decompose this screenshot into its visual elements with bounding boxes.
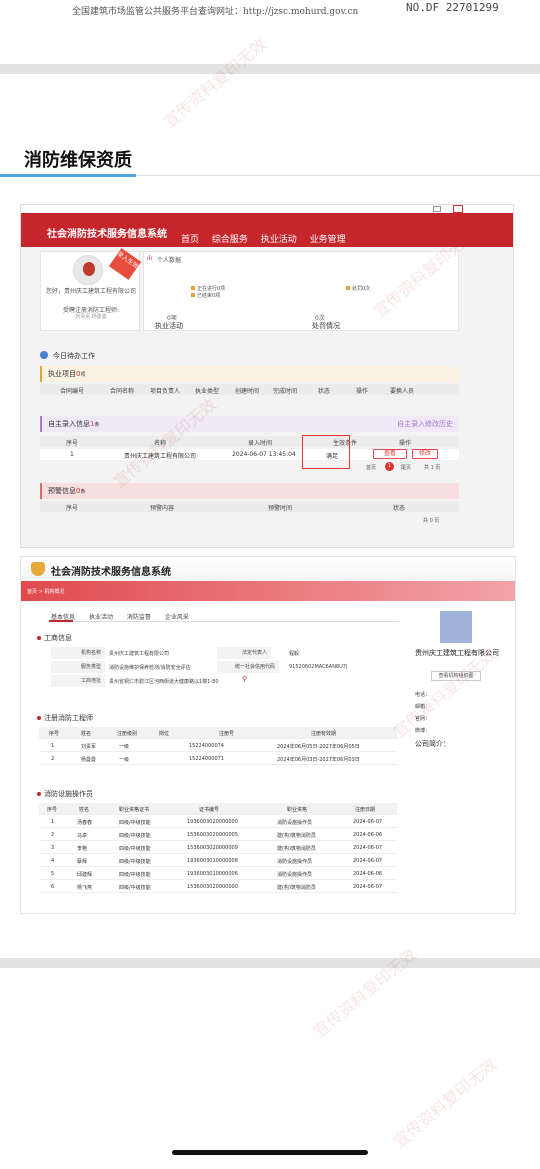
view-button[interactable]: 查看 <box>373 449 407 459</box>
pager-last[interactable]: 尾页 <box>401 464 411 471</box>
table-row: 4 蔡辉 四级/中级技能 1936003010000008 消防设施操作员 2024-06… <box>39 855 397 867</box>
penalty-label: 处罚情况 <box>312 322 340 330</box>
system-title: 社会消防技术服务信息系统 <box>51 567 171 578</box>
org-logo-image <box>440 611 472 643</box>
tab-activities[interactable]: 执业活动 <box>89 614 113 621</box>
credit-code-value: 91520602MAC6AN8U7J <box>289 664 348 670</box>
table-row: 1 刘贵军 一级 15224000074 2024年06月05日-2027年06… <box>39 740 397 752</box>
tab-divider <box>49 621 399 622</box>
field-label: 统一社会信用代码 <box>217 661 279 673</box>
warning-table-header: 序号 预警内容 预警时间 状态 <box>40 501 459 512</box>
pager-current[interactable]: 1 <box>385 462 394 471</box>
menu-home[interactable]: 首页 <box>181 235 199 245</box>
legend-ongoing: 正在进行0项 <box>191 285 225 292</box>
warning-section-header: 预警信息0条 <box>40 483 459 499</box>
pager-first[interactable]: 首页 <box>366 464 376 471</box>
logout-icon <box>453 205 463 213</box>
highlight-box <box>302 435 350 469</box>
system-header: 社会消防技术服务信息系统 <box>21 557 515 581</box>
biz-info-title: 工商信息 <box>37 633 72 643</box>
table-row: 3 李艳 四级/中级技能 1536003020000009 建(构)筑物消防员 2024-… <box>39 842 397 854</box>
title-underline <box>0 174 136 177</box>
menu-activities[interactable]: 执业活动 <box>261 235 297 245</box>
engineer-names: 刘贵军,杨曼曼 <box>75 314 107 320</box>
weibo-label: 微博： <box>415 728 431 734</box>
tab-style[interactable]: 企业风采 <box>165 614 189 621</box>
title-rule <box>136 175 540 176</box>
legend-finished: 已结束0项 <box>191 292 220 299</box>
org-profile-screenshot: 社会消防技术服务信息系统 首页 > 机构概况 基本信息 执业活动 消防监督 企业… <box>20 556 516 914</box>
service-type-value: 消防设施维护保养检测/消防安全评估 <box>109 665 191 671</box>
app-header: 社会消防技术服务信息系统 首页 综合服务 执业活动 业务管理 <box>21 213 513 247</box>
message-icon <box>433 206 441 212</box>
engineer-title: 注册消防工程师 <box>37 713 93 723</box>
operator-table-header: 序号 姓名 职业资格证书 证书编号 职业资格 注册日期 <box>39 803 397 815</box>
legend-penalty: 处罚0次 <box>346 285 370 292</box>
operator-title: 消防设施操作员 <box>37 789 93 799</box>
org-chart-button[interactable]: 查看机构组织图 <box>431 671 481 681</box>
divider-band <box>0 64 540 74</box>
pager-total: 共 1 页 <box>424 465 441 471</box>
profile-tabs: 基本信息 执业活动 消防监督 企业风采 <box>51 612 201 621</box>
table-row: 6 杨飞燕 四级/中级技能 1536003020000000 建(构)筑物消防员 2024… <box>39 881 397 893</box>
query-url-text: 全国建筑市场监管公共服务平台查询网址：http://jzsc.mohurd.go… <box>72 7 359 17</box>
breadcrumb: 首页 > 机构概况 <box>27 589 65 595</box>
phone-label: 电话： <box>415 692 431 698</box>
edit-button[interactable]: 修改 <box>412 449 438 459</box>
tab-supervision[interactable]: 消防监督 <box>127 614 151 621</box>
table-row: 1 汤春春 四级/中级技能 1936003020000000 消防设施操作员 2024-0… <box>39 816 397 828</box>
divider-band-bottom <box>0 958 540 968</box>
table-row: 5 邱建辉 四级/中级技能 1936003010000006 消防设施操作员 2024-0… <box>39 868 397 880</box>
header-band: 首页 > 机构概况 <box>21 581 515 601</box>
app-logo: 社会消防技术服务信息系统 <box>47 229 167 240</box>
clock-icon <box>40 351 48 359</box>
email-label: 邮箱： <box>415 704 431 710</box>
menu-business[interactable]: 业务管理 <box>310 235 346 245</box>
location-pin-icon[interactable]: ⚲ <box>242 675 247 683</box>
todo-title: 今日待办工作 <box>53 352 95 360</box>
page-title: 消防维保资质 <box>24 150 132 171</box>
table-row: 2 马卓 四级/中级技能 1536003020000005 建(构)筑物消防员 2024-… <box>39 829 397 841</box>
home-indicator[interactable] <box>172 1150 368 1155</box>
engineer-table-header: 序号 姓名 注册级别 岗位 注册号 注册有效期 <box>39 727 397 739</box>
website-label: 官网： <box>415 716 431 722</box>
field-label: 机构名称 <box>51 647 105 659</box>
dashboard-screenshot: 社会消防技术服务信息系统 首页 综合服务 执业活动 业务管理 录入生效 您好，贵… <box>20 204 514 548</box>
org-name-value: 贵州庆工建筑工程有限公司 <box>109 651 170 657</box>
address-value: 贵州省铜仁市碧江区河西街道大健康路以1楼1-80 <box>109 679 219 685</box>
top-url-line: 全国建筑市场监管公共服务平台查询网址：http://jzsc.mohurd.go… <box>0 0 540 18</box>
warning-pager-total: 共 0 页 <box>423 518 440 524</box>
stats-title: 个人数据 <box>157 257 182 264</box>
field-label: 工商地址 <box>51 675 105 687</box>
avatar <box>73 255 103 285</box>
shield-icon <box>31 562 45 576</box>
main-menu: 首页 综合服务 执业活动 业务管理 <box>181 232 356 245</box>
greeting: 您好，贵州庆工建筑工程有限公司 <box>45 288 136 295</box>
document-code: NO.DF 22701299 <box>406 1 499 14</box>
self-table-header: 序号 名称 录入时间 生效条件 操作 <box>40 436 459 447</box>
activity-label: 执业活动 <box>155 322 183 330</box>
field-label: 服务类型 <box>51 661 105 673</box>
field-label: 法定代表人 <box>217 647 271 659</box>
self-entry-section-header: 自主录入信息1条 自主录入修改历史 <box>40 416 459 432</box>
table-row: 2 杨曼曼 一级 15224000071 2024年06月03日-2027年06… <box>39 753 397 765</box>
active-tab-indicator <box>49 620 73 622</box>
watermark: 宣传资料复印无效 <box>309 944 421 1042</box>
intro-label: 公司简介： <box>415 740 450 748</box>
legal-rep-value: 程毅 <box>289 651 300 657</box>
chart-icon: ılı <box>147 255 153 262</box>
menu-services[interactable]: 综合服务 <box>212 235 248 245</box>
history-link[interactable]: 自主录入修改历史 <box>397 416 453 432</box>
exec-table-header: 合同编号 合同名称 项目负责人 执业类型 创建时间 完成时间 状态 操作 要换人… <box>40 384 459 395</box>
org-name: 贵州庆工建筑工程有限公司 <box>415 649 499 657</box>
watermark: 宣传资料复印无效 <box>389 1054 501 1152</box>
window-bar <box>21 205 513 213</box>
exec-section-header: 执业项目0项 <box>40 366 459 382</box>
watermark: 宣传资料复印无效 <box>159 34 271 132</box>
